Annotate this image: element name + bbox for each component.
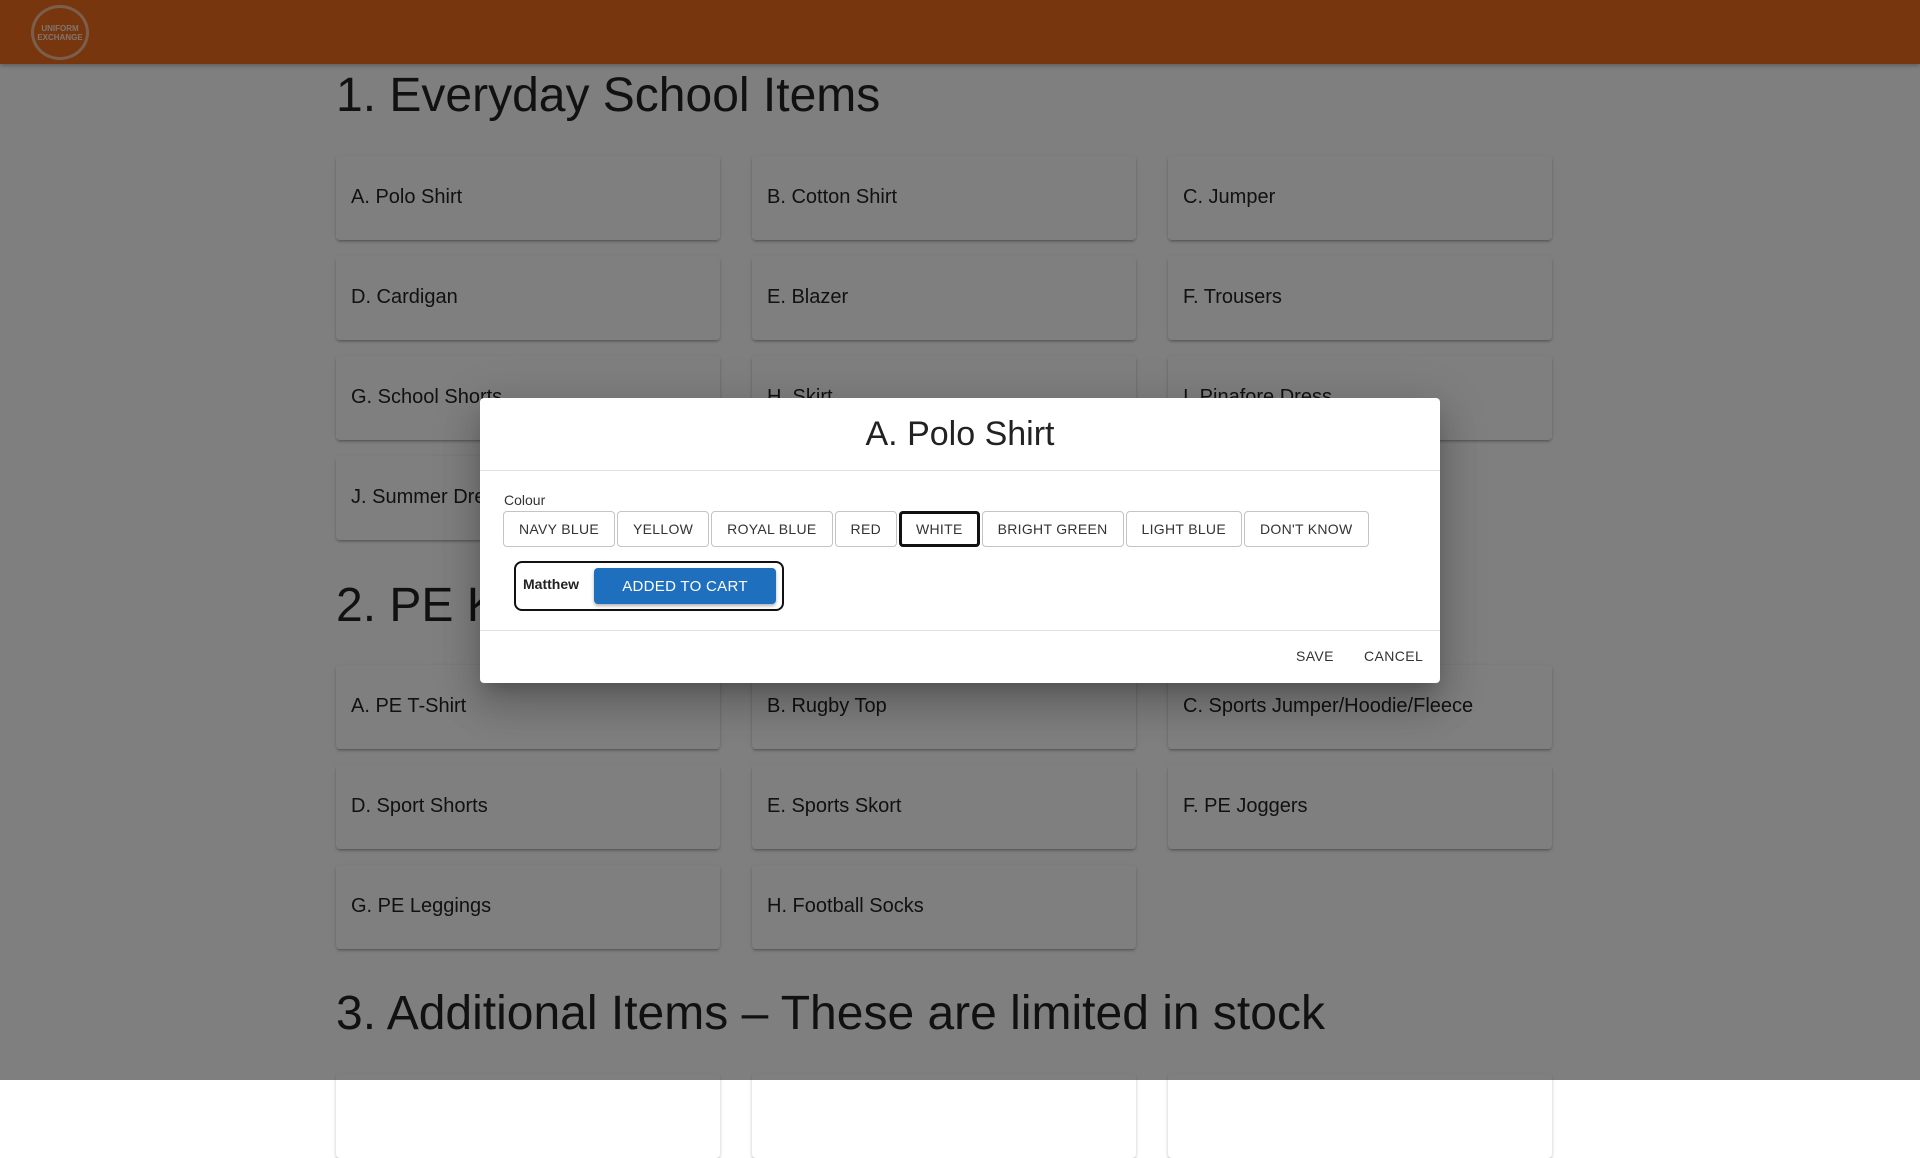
colour-label: Colour	[504, 492, 546, 508]
child-cart-row: Matthew ADDED TO CART	[514, 561, 784, 611]
colour-option-white[interactable]: WHITE	[899, 511, 980, 547]
colour-option-light-blue[interactable]: LIGHT BLUE	[1125, 511, 1242, 547]
item-card-additional-3[interactable]	[1168, 1074, 1552, 1158]
colour-option-royal-blue[interactable]: ROYAL BLUE	[711, 511, 833, 547]
child-name: Matthew	[523, 576, 579, 592]
dialog-title: A. Polo Shirt	[480, 398, 1440, 471]
item-card-additional-1[interactable]	[336, 1074, 720, 1158]
colour-toggle-group: NAVY BLUE YELLOW ROYAL BLUE RED WHITE BR…	[503, 511, 1371, 547]
colour-option-red[interactable]: RED	[834, 511, 897, 547]
colour-option-navy-blue[interactable]: NAVY BLUE	[503, 511, 615, 547]
added-to-cart-button[interactable]: ADDED TO CART	[594, 568, 776, 604]
colour-option-bright-green[interactable]: BRIGHT GREEN	[981, 511, 1124, 547]
save-button[interactable]: SAVE	[1290, 644, 1340, 668]
dialog-actions: SAVE CANCEL	[480, 630, 1440, 683]
cancel-button[interactable]: CANCEL	[1358, 644, 1429, 668]
colour-option-dont-know[interactable]: DON'T KNOW	[1243, 511, 1369, 547]
item-card-additional-2[interactable]	[752, 1074, 1136, 1158]
colour-option-yellow[interactable]: YELLOW	[617, 511, 710, 547]
item-dialog: A. Polo Shirt Colour NAVY BLUE YELLOW RO…	[480, 398, 1440, 683]
